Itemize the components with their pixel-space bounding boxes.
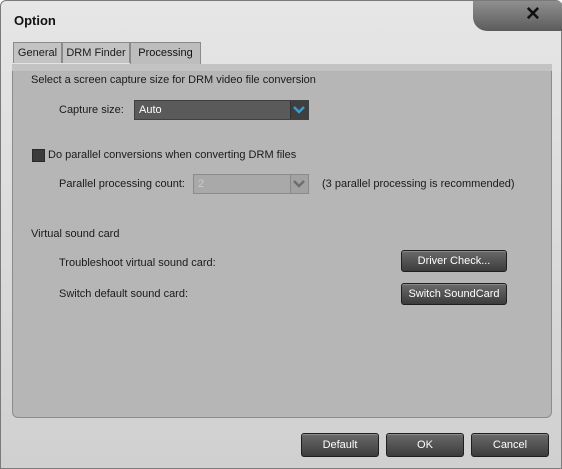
tab-general[interactable]: General <box>13 42 62 63</box>
capture-heading: Select a screen capture size for DRM vid… <box>31 74 316 86</box>
title-bar[interactable]: Option ✕ <box>1 1 562 41</box>
close-button[interactable]: ✕ <box>473 1 562 31</box>
troubleshoot-label: Troubleshoot virtual sound card: <box>59 257 216 269</box>
ok-button[interactable]: OK <box>386 433 464 457</box>
sound-heading: Virtual sound card <box>31 228 120 240</box>
parallel-hint: (3 parallel processing is recommended) <box>322 178 515 190</box>
default-button[interactable]: Default <box>301 433 379 457</box>
parallel-count-select[interactable]: 2 <box>193 174 309 194</box>
chevron-down-icon <box>290 175 308 193</box>
capture-size-value: Auto <box>139 104 162 116</box>
panel-header-strip <box>12 64 552 71</box>
switch-soundcard-label: Switch default sound card: <box>59 288 189 300</box>
tab-drm-finder[interactable]: DRM Finder <box>62 42 130 63</box>
option-dialog: Option ✕ General DRM Finder Processing S… <box>0 0 562 469</box>
close-icon: ✕ <box>525 4 541 25</box>
parallel-count-value: 2 <box>198 178 205 190</box>
chevron-down-icon <box>290 101 308 119</box>
capture-size-label: Capture size: <box>59 104 124 116</box>
capture-size-select[interactable]: Auto <box>134 100 309 120</box>
driver-check-button[interactable]: Driver Check... <box>401 250 507 272</box>
switch-soundcard-button[interactable]: Switch SoundCard <box>401 283 507 305</box>
parallel-count-label: Parallel processing count: <box>59 178 185 190</box>
parallel-conversion-label: Do parallel conversions when converting … <box>48 149 297 161</box>
cancel-button[interactable]: Cancel <box>471 433 549 457</box>
window-title: Option <box>14 13 56 28</box>
parallel-conversion-checkbox[interactable] <box>32 149 45 162</box>
tab-processing[interactable]: Processing <box>130 42 201 65</box>
